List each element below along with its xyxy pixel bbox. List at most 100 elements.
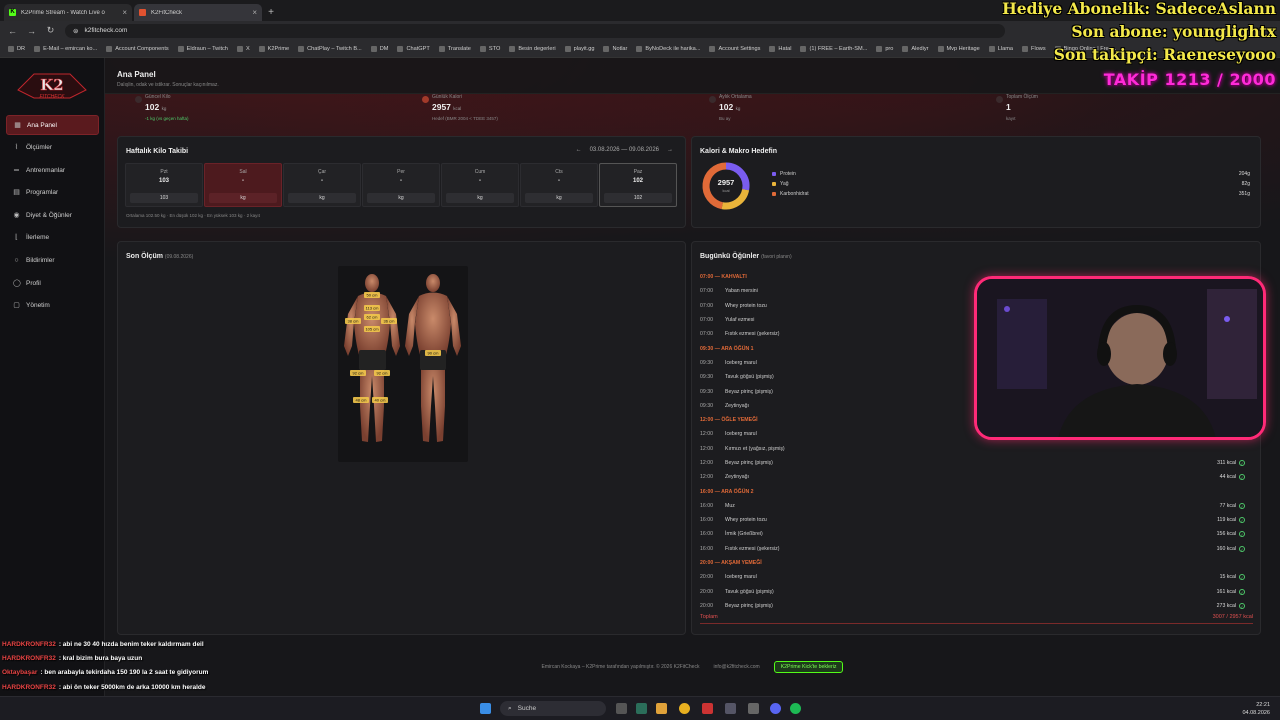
task-view-icon[interactable]: [616, 703, 627, 714]
day-weight-input[interactable]: kg: [446, 193, 514, 203]
windows-start-icon[interactable]: [480, 703, 491, 714]
bookmark-label: Besin degerleri: [518, 45, 556, 52]
sidebar-item-ana-panel[interactable]: ▦ Ana Panel: [6, 115, 99, 135]
file-explorer-icon[interactable]: [656, 703, 667, 714]
meal-row[interactable]: 16:00 Whey protein tozu 119 kcal ✓: [700, 513, 1253, 527]
bookmark-item[interactable]: ChatGPT: [397, 45, 430, 52]
bookmark-item[interactable]: DM: [370, 45, 388, 52]
check-icon[interactable]: ✓: [1239, 574, 1245, 581]
sidebar-item-programlar[interactable]: ▤ Programlar: [6, 183, 99, 203]
day-cell-cts: Cts - kg: [520, 163, 598, 207]
day-weight-input[interactable]: kg: [288, 193, 356, 203]
bookmark-item[interactable]: Hatal: [769, 45, 791, 52]
check-icon[interactable]: ✓: [1239, 517, 1245, 524]
check-icon[interactable]: ✓: [1239, 460, 1245, 466]
check-icon[interactable]: ✓: [1239, 602, 1245, 609]
prev-week-button[interactable]: ←: [576, 147, 582, 153]
discord-icon[interactable]: [770, 703, 781, 714]
close-icon[interactable]: ×: [122, 8, 127, 17]
app-icon[interactable]: [636, 703, 647, 714]
check-icon[interactable]: ✓: [1239, 545, 1245, 552]
check-icon[interactable]: ✓: [1239, 474, 1245, 481]
grid-icon: ▦: [14, 121, 21, 129]
bookmark-item[interactable]: Llama: [988, 45, 1013, 52]
bookmark-item[interactable]: X: [236, 45, 250, 52]
taskbar-clock[interactable]: 22:21 04.08.2026: [1242, 701, 1270, 717]
new-tab-button[interactable]: +: [264, 4, 278, 21]
meal-row[interactable]: 20:00 Iceberg marul 15 kcal ✓: [700, 570, 1253, 584]
meal-row[interactable]: 12:00 Beyaz pirinç (pişmiş) 311 kcal ✓: [700, 456, 1253, 470]
overlay-gift-sub: Hediye Abonelik: SadeceAslann: [1002, 0, 1276, 18]
sidebar-item-bildirimler[interactable]: ○ Bildirimler: [6, 251, 99, 271]
bookmark-item[interactable]: pro: [876, 45, 893, 52]
bookmark-item[interactable]: Notlar: [603, 45, 627, 52]
bookmark-item[interactable]: Alediyr: [902, 45, 929, 52]
meal-row[interactable]: 16:00 Fıstık ezmesi (şekersiz) 160 kcal ✓: [700, 542, 1253, 556]
bookmark-label: DR: [17, 45, 26, 52]
day-weight-input[interactable]: kg: [367, 193, 435, 203]
chrome-icon[interactable]: [679, 703, 690, 714]
bookmark-item[interactable]: ByNoDeck ile harika...: [636, 45, 700, 52]
day-weight: -: [479, 178, 481, 184]
close-icon[interactable]: ×: [252, 8, 257, 17]
day-weight-input[interactable]: kg: [525, 193, 593, 203]
meal-row[interactable]: 12:00 Zeytinyağı 44 kcal ✓: [700, 470, 1253, 484]
meal-row[interactable]: 20:00 Tavuk göğsü (pişmiş) 161 kcal ✓: [700, 585, 1253, 599]
url-input[interactable]: ⊜ k2fitcheck.com: [65, 23, 1005, 38]
stat-label: Güncel Kilo: [145, 94, 171, 100]
k2-fitcheck-logo[interactable]: K2 FITCHECK: [14, 68, 90, 104]
bookmark-item[interactable]: (1) FREE – Earth-SM...: [800, 45, 867, 52]
bookmark-item[interactable]: STO: [479, 45, 500, 52]
sidebar-item-antrenmanlar[interactable]: ═ Antrenmanlar: [6, 160, 99, 180]
site-info-icon[interactable]: ⊜: [73, 27, 78, 35]
taskbar-search[interactable]: ⌕ Suche: [500, 701, 606, 716]
reload-icon[interactable]: ↻: [46, 25, 55, 36]
bookmark-item[interactable]: Besin degerleri: [509, 45, 556, 52]
bookmark-item[interactable]: Account Settings: [709, 45, 760, 52]
bookmark-item[interactable]: Flows: [1022, 45, 1046, 52]
back-icon[interactable]: ←: [8, 26, 17, 36]
app-icon[interactable]: [748, 703, 759, 714]
bookmark-item[interactable]: DR: [8, 45, 26, 52]
week-range: ← 03.08.2026 — 09.08.2026 →: [576, 147, 673, 153]
app-icon[interactable]: [702, 703, 713, 714]
bookmark-item[interactable]: playit.gg: [564, 45, 594, 52]
day-name: Pzt: [160, 169, 168, 175]
meal-row[interactable]: 16:00 İrmik (Grießbrei) 156 kcal ✓: [700, 527, 1253, 541]
forward-icon[interactable]: →: [27, 26, 36, 36]
sidebar-item-y-netim[interactable]: ▢ Yönetim: [6, 296, 99, 316]
meal-time: 09:30: [700, 402, 713, 409]
bookmark-item[interactable]: ChatPlay – Twitch B...: [298, 45, 362, 52]
sidebar-item-diyet-nler[interactable]: ◉ Diyet & Öğünler: [6, 205, 99, 225]
svg-text:FITCHECK: FITCHECK: [40, 94, 66, 100]
day-weight-input[interactable]: kg: [209, 193, 277, 203]
kick-button[interactable]: K2Prime Kick'te bekleriz: [773, 661, 844, 673]
sidebar-item-profil[interactable]: ◯ Profil: [6, 273, 99, 293]
bookmark-item[interactable]: Account Components: [106, 45, 169, 52]
bookmark-item[interactable]: Mvp Heritage: [937, 45, 980, 52]
meal-row[interactable]: 20:00 Beyaz pirinç (pişmiş) 273 kcal ✓: [700, 599, 1253, 613]
next-week-button[interactable]: →: [667, 147, 673, 153]
tab-k2prime-stream[interactable]: K K2Prime Stream - Watch Live o ×: [4, 4, 132, 21]
sidebar-item-i-lerleme[interactable]: ⌊ İlerleme: [6, 228, 99, 248]
dumbbell-icon: ═: [14, 166, 19, 174]
bookmark-item[interactable]: K2Prime: [258, 45, 289, 52]
bookmark-item[interactable]: Translate: [438, 45, 471, 52]
tab-k2fitcheck[interactable]: K2FitCheck ×: [134, 4, 262, 21]
macro-name: Protein: [780, 171, 796, 177]
sidebar-item--l-mler[interactable]: ⌇ Ölçümler: [6, 138, 99, 158]
meal-row[interactable]: 16:00 Muz 77 kcal ✓: [700, 499, 1253, 513]
check-icon[interactable]: ✓: [1239, 502, 1245, 509]
spotify-icon[interactable]: [790, 703, 801, 714]
day-weight-input[interactable]: 102: [604, 193, 672, 203]
check-icon[interactable]: ✓: [1239, 588, 1245, 595]
bookmark-item[interactable]: E-Mail – emircan ko...: [34, 45, 97, 52]
steam-icon[interactable]: [725, 703, 736, 714]
bookmark-item[interactable]: Eldraun – Twitch: [177, 45, 228, 52]
card-title: Bugünkü Öğünler (favori planın): [700, 253, 792, 260]
footer-email-link[interactable]: info@k2fitcheck.com: [713, 664, 759, 670]
meal-row[interactable]: 12:00 Kırmızı et (yağsız, pişmiş): [700, 442, 1253, 456]
day-weight-input[interactable]: 103: [130, 193, 198, 203]
check-icon[interactable]: ✓: [1239, 531, 1245, 538]
windows-taskbar: ⌕ Suche 22:21 04.08.2026: [0, 696, 1280, 720]
